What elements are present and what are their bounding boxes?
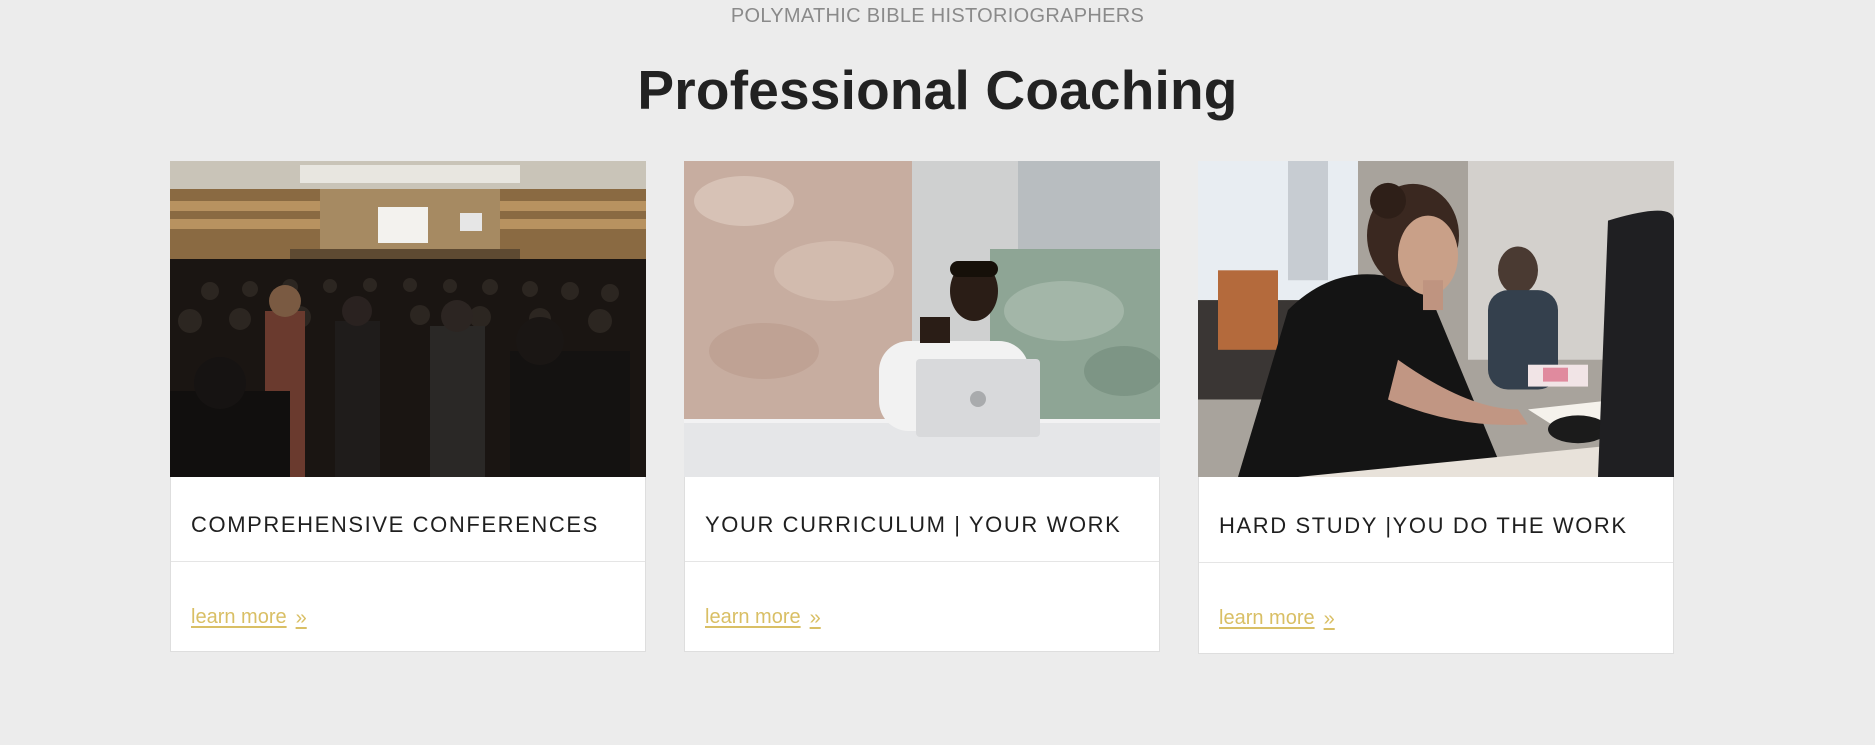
learn-more-label: learn more [191,606,287,628]
card-title: YOUR CURRICULUM | YOUR WORK [705,512,1122,537]
card-title: HARD STUDY |YOU DO THE WORK [1219,513,1628,538]
card-divider [171,561,645,562]
learn-more-label: learn more [705,606,801,628]
conference-hall-photo [170,161,646,477]
page-title: Professional Coaching [637,59,1238,121]
card-grid: COMPREHENSIVE CONFERENCES learn more » Y… [170,161,1676,654]
double-chevron-right-icon: » [809,606,821,629]
learn-more-link[interactable]: learn more » [1219,607,1335,630]
learn-more-link[interactable]: learn more » [705,606,821,629]
card-divider [685,561,1159,562]
card-divider [1199,562,1673,563]
card-title: COMPREHENSIVE CONFERENCES [191,512,599,537]
card-conferences: COMPREHENSIVE CONFERENCES learn more » [170,161,646,652]
double-chevron-right-icon: » [1323,607,1335,630]
card-hard-study: HARD STUDY |YOU DO THE WORK learn more » [1198,161,1674,654]
learn-more-link[interactable]: learn more » [191,606,307,629]
card-curriculum: YOUR CURRICULUM | YOUR WORK learn more » [684,161,1160,652]
man-with-laptop-photo [684,161,1160,477]
double-chevron-right-icon: » [295,606,307,629]
learn-more-label: learn more [1219,607,1315,629]
eyebrow-text: POLYMATHIC BIBLE HISTORIOGRAPHERS [730,5,1145,27]
woman-studying-photo [1198,161,1674,479]
